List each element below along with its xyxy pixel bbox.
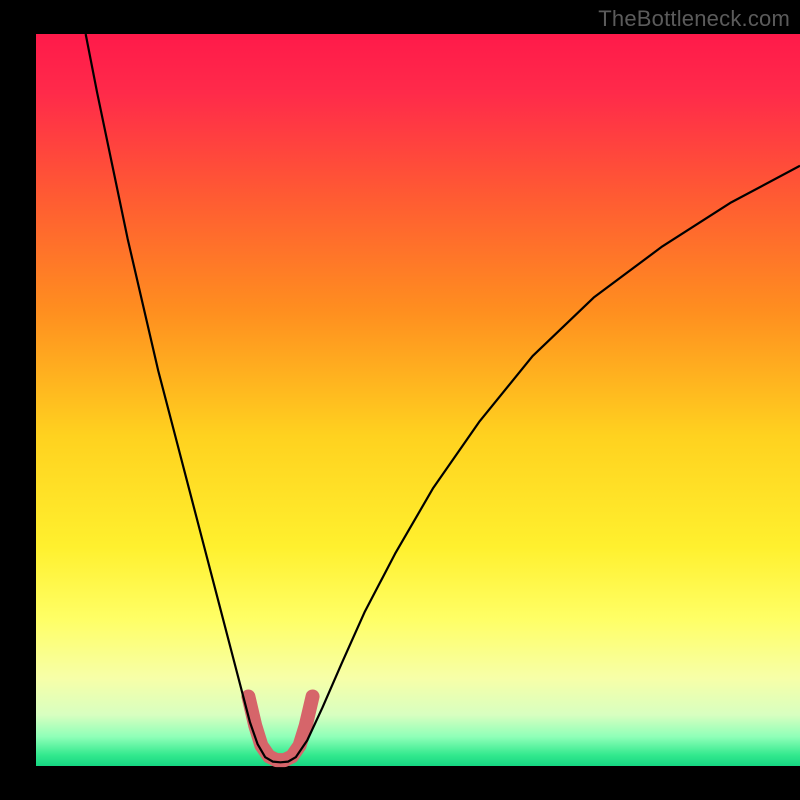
bottleneck-chart xyxy=(0,0,800,800)
chart-frame: TheBottleneck.com xyxy=(0,0,800,800)
watermark-text: TheBottleneck.com xyxy=(598,6,790,32)
plot-background xyxy=(36,34,800,766)
